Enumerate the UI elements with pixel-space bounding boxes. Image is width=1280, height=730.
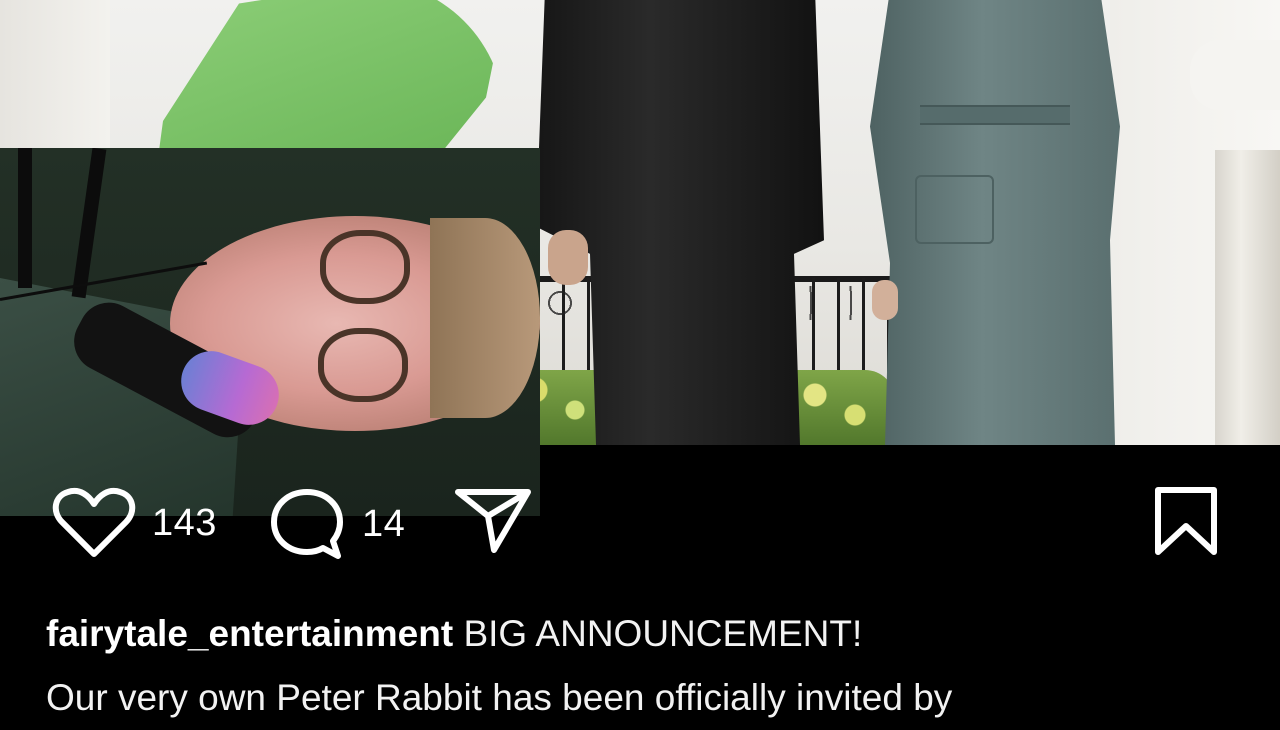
paper-plane-icon[interactable] — [454, 486, 532, 556]
caption-line: fairytale_entertainment BIG ANNOUNCEMENT… — [46, 602, 1246, 666]
photo-coat-belt — [920, 105, 1070, 125]
photo-coat-hand — [872, 280, 898, 320]
like-count[interactable]: 143 — [152, 502, 217, 545]
speech-bubble-icon[interactable] — [268, 486, 346, 562]
webcam-hair — [430, 218, 540, 418]
mic-boom-arm — [18, 148, 32, 288]
photo-figure-hand — [548, 230, 588, 285]
save-button[interactable] — [1152, 486, 1220, 558]
comment-button[interactable]: 14 — [268, 486, 405, 562]
like-button[interactable]: 143 — [52, 486, 217, 560]
webcam-glasses-lens — [318, 328, 408, 402]
comment-count[interactable]: 14 — [362, 503, 405, 546]
photo-figure-grey-coat — [870, 0, 1120, 445]
mic-boom-arm — [71, 148, 107, 299]
username-link[interactable]: fairytale_entertainment — [46, 613, 453, 654]
heart-outline-icon[interactable] — [52, 486, 136, 560]
bookmark-outline-icon[interactable] — [1152, 486, 1220, 558]
caption-text: BIG ANNOUNCEMENT! — [463, 613, 863, 654]
caption-line: Our very own Peter Rabbit has been offic… — [46, 677, 953, 718]
webcam-glasses-lens — [320, 230, 410, 304]
post-action-bar: 143 14 — [0, 470, 1280, 570]
webcam-overlay — [0, 148, 540, 516]
photo-column-capital — [1190, 40, 1280, 110]
post-caption: fairytale_entertainment BIG ANNOUNCEMENT… — [46, 602, 1246, 730]
photo-coat-pocket — [915, 175, 994, 244]
photo-column — [1215, 150, 1280, 445]
share-button[interactable] — [454, 486, 532, 556]
